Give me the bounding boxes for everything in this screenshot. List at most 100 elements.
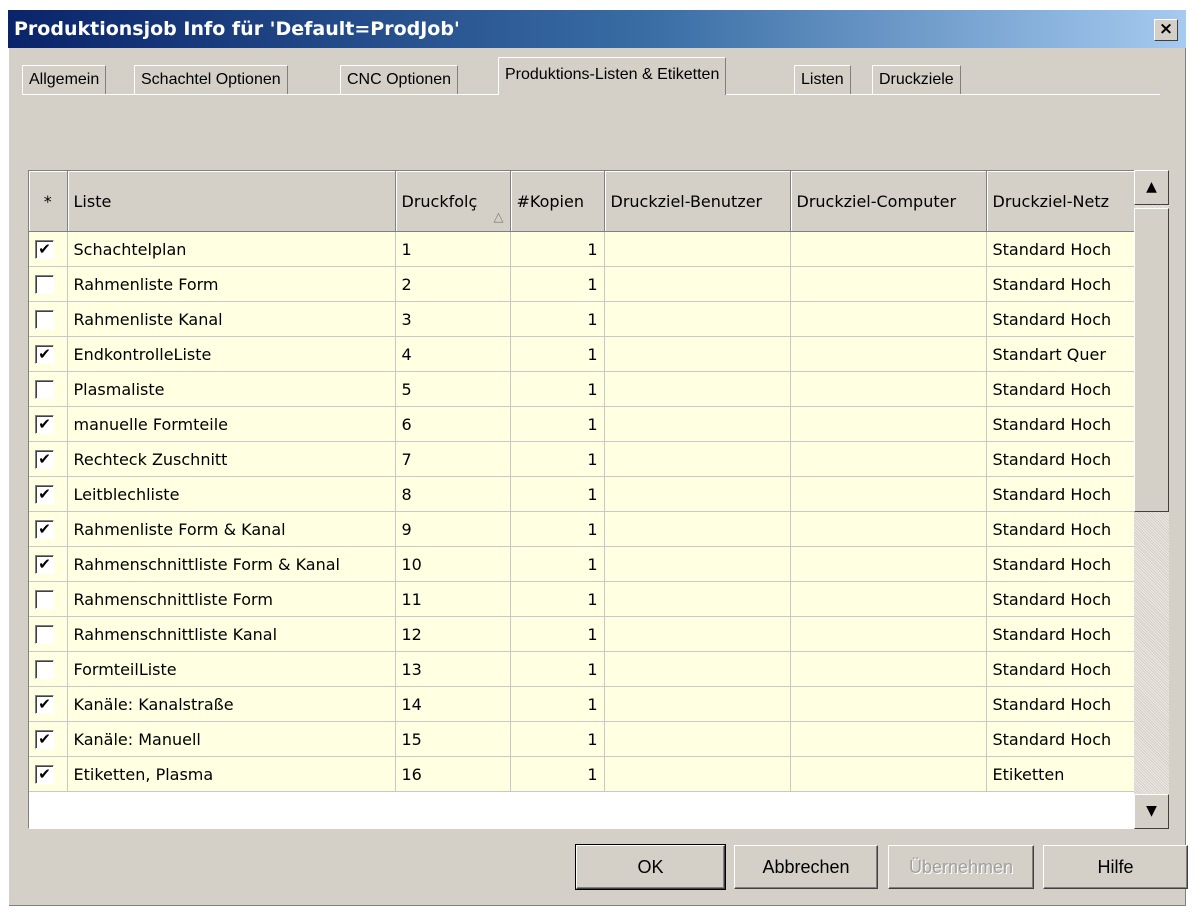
apply-button[interactable]: Übernehmen: [888, 845, 1034, 889]
row-checkbox[interactable]: ✔: [35, 484, 54, 504]
cell-druckziel-netz[interactable]: Standard Hoch: [986, 511, 1137, 547]
row-checkbox[interactable]: ✔: [35, 729, 54, 749]
table-row[interactable]: Plasmaliste 5 1 Standard Hoch: [29, 371, 1137, 407]
cell-druckfolge[interactable]: 4: [395, 336, 511, 372]
scroll-down-icon[interactable]: ▼: [1134, 794, 1169, 829]
row-checkbox[interactable]: [35, 309, 54, 329]
cell-kopien[interactable]: 1: [510, 371, 605, 407]
cell-druckziel-computer[interactable]: [790, 686, 987, 722]
cell-druckziel-netz[interactable]: Standard Hoch: [986, 231, 1137, 267]
cell-liste[interactable]: manuelle Formteile: [67, 406, 396, 442]
cell-druckziel-benutzer[interactable]: [604, 406, 791, 442]
cell-druckziel-benutzer[interactable]: [604, 686, 791, 722]
cell-kopien[interactable]: 1: [510, 476, 605, 512]
cell-liste[interactable]: Leitblechliste: [67, 476, 396, 512]
cell-kopien[interactable]: 1: [510, 581, 605, 617]
column-header-kopien[interactable]: #Kopien: [510, 171, 605, 232]
table-row[interactable]: FormteilListe 13 1 Standard Hoch: [29, 651, 1137, 687]
cell-kopien[interactable]: 1: [510, 721, 605, 757]
cell-liste[interactable]: Rahmenschnittliste Kanal: [67, 616, 396, 652]
cell-druckziel-computer[interactable]: [790, 231, 987, 267]
cell-druckziel-computer[interactable]: [790, 406, 987, 442]
cell-druckziel-netz[interactable]: Standard Hoch: [986, 441, 1137, 477]
cell-druckziel-netz[interactable]: Standard Hoch: [986, 406, 1137, 442]
title-bar[interactable]: Produktionsjob Info für 'Default=ProdJob…: [8, 10, 1186, 48]
cell-liste[interactable]: Schachtelplan: [67, 231, 396, 267]
table-row[interactable]: ✔ Rechteck Zuschnitt 7 1 Standard Hoch: [29, 441, 1137, 477]
row-checkbox[interactable]: [35, 274, 54, 294]
cell-druckziel-netz[interactable]: Standard Hoch: [986, 546, 1137, 582]
table-row[interactable]: ✔ Rahmenliste Form & Kanal 9 1 Standard Hoch: [29, 511, 1137, 547]
cell-druckziel-computer[interactable]: [790, 476, 987, 512]
cell-liste[interactable]: Rechteck Zuschnitt: [67, 441, 396, 477]
cell-kopien[interactable]: 1: [510, 231, 605, 267]
table-row[interactable]: ✔ Etiketten, Plasma 16 1 Etiketten: [29, 756, 1137, 792]
cell-druckziel-netz[interactable]: Standard Hoch: [986, 266, 1137, 302]
cell-druckziel-computer[interactable]: [790, 336, 987, 372]
cell-kopien[interactable]: 1: [510, 336, 605, 372]
cell-druckziel-benutzer[interactable]: [604, 476, 791, 512]
cell-druckziel-netz[interactable]: Standard Hoch: [986, 581, 1137, 617]
cell-kopien[interactable]: 1: [510, 511, 605, 547]
cell-druckfolge[interactable]: 8: [395, 476, 511, 512]
cell-liste[interactable]: Kanäle: Kanalstraße: [67, 686, 396, 722]
cell-druckfolge[interactable]: 9: [395, 511, 511, 547]
cell-liste[interactable]: Rahmenliste Kanal: [67, 301, 396, 337]
cell-kopien[interactable]: 1: [510, 406, 605, 442]
cell-druckziel-netz[interactable]: Standard Hoch: [986, 476, 1137, 512]
column-header-check[interactable]: *: [29, 171, 68, 232]
cell-druckziel-computer[interactable]: [790, 721, 987, 757]
row-checkbox[interactable]: ✔: [35, 414, 54, 434]
table-row[interactable]: ✔ Rahmenschnittliste Form & Kanal 10 1 Stand…: [29, 546, 1137, 582]
cell-druckziel-netz[interactable]: Etiketten: [986, 756, 1137, 792]
cell-druckfolge[interactable]: 1: [395, 231, 511, 267]
cell-druckziel-benutzer[interactable]: [604, 616, 791, 652]
cell-druckziel-netz[interactable]: Standard Hoch: [986, 686, 1137, 722]
cell-liste[interactable]: Rahmenliste Form: [67, 266, 396, 302]
ok-button[interactable]: OK: [575, 844, 726, 890]
cell-druckfolge[interactable]: 5: [395, 371, 511, 407]
cell-druckziel-benutzer[interactable]: [604, 371, 791, 407]
cell-druckziel-computer[interactable]: [790, 756, 987, 792]
cell-liste[interactable]: EndkontrolleListe: [67, 336, 396, 372]
cell-druckziel-computer[interactable]: [790, 651, 987, 687]
cell-druckfolge[interactable]: 7: [395, 441, 511, 477]
cell-kopien[interactable]: 1: [510, 546, 605, 582]
cell-druckziel-computer[interactable]: [790, 511, 987, 547]
cell-druckziel-netz[interactable]: Standard Hoch: [986, 371, 1137, 407]
cell-druckziel-benutzer[interactable]: [604, 581, 791, 617]
vertical-scrollbar[interactable]: ▲ ▼: [1134, 170, 1169, 829]
row-checkbox[interactable]: ✔: [35, 694, 54, 714]
cell-druckfolge[interactable]: 15: [395, 721, 511, 757]
table-row[interactable]: ✔ Schachtelplan 1 1 Standard Hoch: [29, 231, 1137, 267]
cell-druckziel-computer[interactable]: [790, 371, 987, 407]
cell-druckziel-computer[interactable]: [790, 266, 987, 302]
table-row[interactable]: ✔ manuelle Formteile 6 1 Standard Hoch: [29, 406, 1137, 442]
row-checkbox[interactable]: [35, 659, 54, 679]
cell-kopien[interactable]: 1: [510, 756, 605, 792]
row-checkbox[interactable]: [35, 589, 54, 609]
tab-cnc-optionen[interactable]: CNC Optionen: [340, 65, 459, 94]
cell-druckziel-benutzer[interactable]: [604, 301, 791, 337]
row-checkbox[interactable]: ✔: [35, 764, 54, 784]
cell-druckziel-computer[interactable]: [790, 441, 987, 477]
row-checkbox[interactable]: ✔: [35, 344, 54, 364]
table-row[interactable]: ✔ EndkontrolleListe 4 1 Standart Quer: [29, 336, 1137, 372]
cell-druckziel-computer[interactable]: [790, 301, 987, 337]
cell-druckziel-benutzer[interactable]: [604, 511, 791, 547]
cell-kopien[interactable]: 1: [510, 651, 605, 687]
scroll-thumb[interactable]: [1134, 208, 1169, 512]
cell-druckziel-netz[interactable]: Standard Hoch: [986, 301, 1137, 337]
row-checkbox[interactable]: ✔: [35, 554, 54, 574]
row-checkbox[interactable]: [35, 624, 54, 644]
row-checkbox[interactable]: [35, 379, 54, 399]
cell-liste[interactable]: Kanäle: Manuell: [67, 721, 396, 757]
cell-druckfolge[interactable]: 10: [395, 546, 511, 582]
cell-druckziel-netz[interactable]: Standard Hoch: [986, 651, 1137, 687]
cell-druckziel-benutzer[interactable]: [604, 756, 791, 792]
column-header-druckziel-benutzer[interactable]: Druckziel-Benutzer: [604, 171, 791, 232]
tab-listen[interactable]: Listen: [794, 65, 851, 94]
table-row[interactable]: Rahmenschnittliste Form 11 1 Standard Hoch: [29, 581, 1137, 617]
cell-druckfolge[interactable]: 14: [395, 686, 511, 722]
cell-kopien[interactable]: 1: [510, 301, 605, 337]
